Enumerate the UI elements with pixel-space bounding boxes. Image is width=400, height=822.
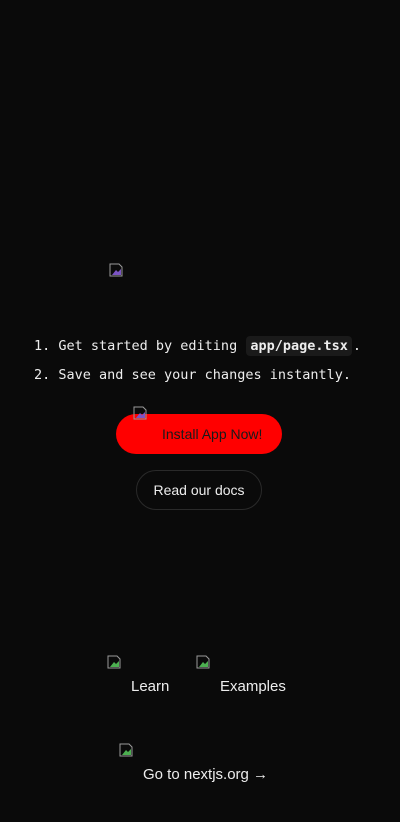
learn-link[interactable]: Learn (131, 678, 169, 695)
nextjs-org-link[interactable]: Go to nextjs.org → (143, 766, 268, 783)
learn-broken-image-icon (107, 655, 123, 671)
read-docs-button[interactable]: Read our docs (136, 470, 262, 510)
step-1-text: 1. Get started by editing (34, 338, 238, 354)
file-path-code: app/page.tsx (246, 336, 352, 356)
globe-broken-image-icon (119, 743, 135, 759)
install-app-label: Install App Now! (162, 426, 263, 442)
step-2: 2. Save and see your changes instantly. (34, 361, 361, 390)
step-2-text: 2. Save and see your changes instantly. (34, 367, 351, 383)
logo-broken-image-icon (109, 263, 125, 279)
step-1: 1. Get started by editing app/page.tsx. (34, 332, 361, 361)
getting-started-steps: 1. Get started by editing app/page.tsx. … (34, 332, 361, 390)
step-1-suffix: . (352, 338, 362, 354)
install-app-button[interactable]: Install App Now! (116, 406, 282, 454)
install-broken-image-icon (133, 406, 149, 422)
examples-broken-image-icon (196, 655, 212, 671)
page: 1. Get started by editing app/page.tsx. … (0, 0, 400, 822)
examples-link[interactable]: Examples (220, 678, 286, 695)
